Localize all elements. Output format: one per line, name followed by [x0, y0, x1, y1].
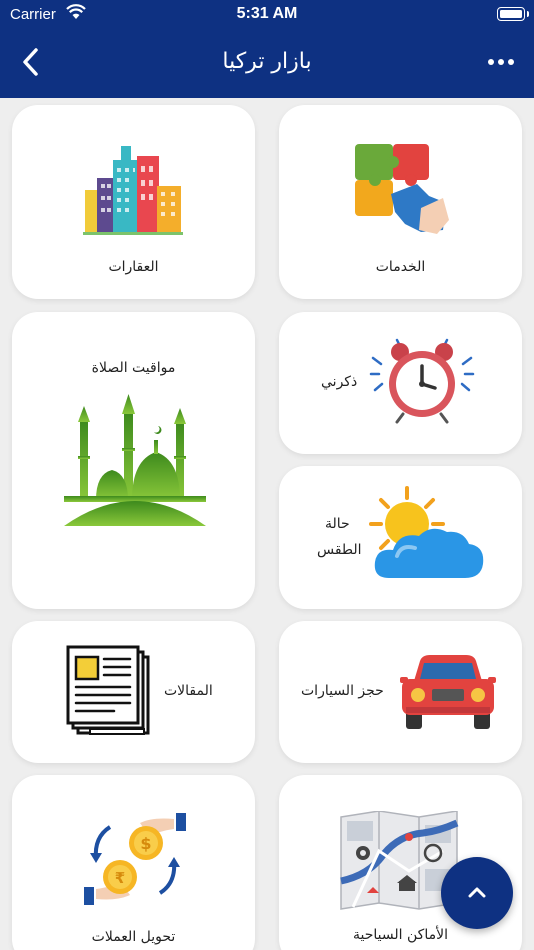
- weather-label-line2: الطقس: [317, 542, 362, 558]
- weather-sun-cloud-icon: [369, 486, 484, 578]
- prayer-times-card[interactable]: مواقيت الصلاة: [12, 312, 255, 609]
- prayer-times-label: مواقيت الصلاة: [91, 360, 176, 376]
- car-booking-label: حجز السيارات: [301, 683, 384, 699]
- buildings-icon: [83, 146, 183, 235]
- alarm-clock-icon: [369, 338, 475, 424]
- mosque-icon: [64, 394, 206, 526]
- navigation-bar: بازار تركيا: [0, 30, 534, 98]
- ellipsis-icon[interactable]: [486, 56, 516, 68]
- clock: 5:31 AM: [236, 5, 298, 22]
- currency-exchange-card[interactable]: $ ₹ تحويل العملات: [12, 775, 255, 950]
- remind-me-label: ذكرني: [321, 374, 358, 390]
- weather-label-line1: حالة: [325, 516, 350, 532]
- real-estate-card[interactable]: العقارات: [12, 105, 255, 299]
- svg-text:₹: ₹: [115, 869, 125, 887]
- services-card[interactable]: الخدمات: [279, 105, 522, 299]
- chevron-up-icon: [468, 887, 486, 898]
- scroll-to-top-button[interactable]: [441, 857, 513, 929]
- tourist-places-label: الأماكن السياحية: [353, 927, 448, 943]
- real-estate-label: العقارات: [108, 259, 159, 275]
- services-label: الخدمات: [375, 259, 426, 275]
- currency-exchange-label: تحويل العملات: [91, 929, 176, 945]
- page-title: بازار تركيا: [222, 49, 312, 74]
- newspaper-icon: [66, 645, 150, 735]
- articles-label: المقالات: [164, 683, 213, 699]
- battery-icon: [497, 7, 529, 21]
- status-bar: Carrier 5:31 AM: [0, 0, 534, 30]
- car-booking-card[interactable]: حجز السيارات: [279, 621, 522, 763]
- svg-text:$: $: [140, 834, 151, 853]
- puzzle-icon: [355, 144, 449, 234]
- car-icon: [400, 655, 496, 729]
- remind-me-card[interactable]: ذكرني: [279, 312, 522, 454]
- currency-exchange-icon: $ ₹: [84, 813, 186, 905]
- weather-card[interactable]: حالة الطقس: [279, 466, 522, 609]
- articles-card[interactable]: المقالات: [12, 621, 255, 763]
